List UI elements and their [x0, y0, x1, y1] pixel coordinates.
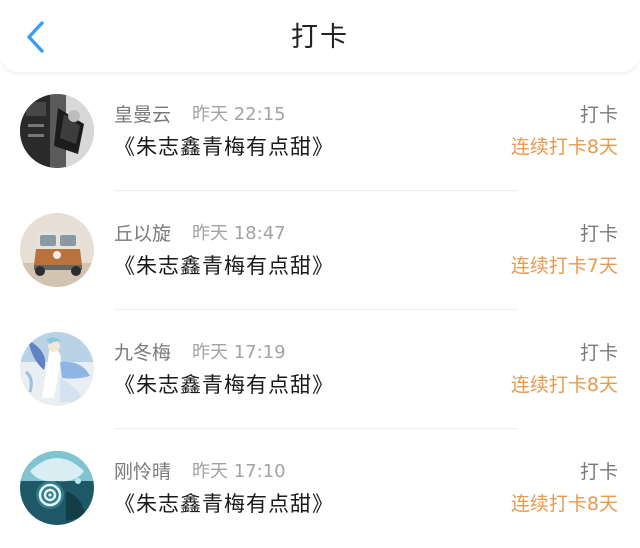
list-item[interactable]: 九冬梅 昨天 17:19 《朱志鑫青梅有点甜》 打卡 连续打卡8天 [0, 310, 640, 429]
avatar[interactable] [20, 332, 94, 406]
streak-text: 连续打卡8天 [510, 493, 618, 515]
avatar[interactable] [20, 94, 94, 168]
user-name[interactable]: 刚怜晴 [114, 460, 171, 484]
checkin-label: 打卡 [579, 104, 618, 126]
checkin-label: 打卡 [579, 461, 618, 483]
checkin-time: 昨天 22:15 [192, 104, 286, 125]
page-title: 打卡 [291, 22, 349, 53]
checkin-label: 打卡 [579, 342, 618, 364]
checkin-label: 打卡 [579, 223, 618, 245]
avatar[interactable] [20, 451, 94, 525]
header-bar: 打卡 [0, 0, 640, 72]
list-item[interactable]: 丘以旋 昨天 18:47 《朱志鑫青梅有点甜》 打卡 连续打卡7天 [0, 191, 640, 310]
avatar[interactable] [20, 213, 94, 287]
book-title[interactable]: 《朱志鑫青梅有点甜》 [114, 133, 334, 161]
streak-text: 连续打卡8天 [510, 136, 618, 158]
book-title[interactable]: 《朱志鑫青梅有点甜》 [114, 252, 334, 280]
streak-text: 连续打卡7天 [510, 255, 618, 277]
user-name[interactable]: 丘以旋 [114, 222, 171, 246]
list-item[interactable]: 刚怜晴 昨天 17:10 《朱志鑫青梅有点甜》 打卡 连续打卡8天 [0, 429, 640, 548]
checkin-list: 皇曼云 昨天 22:15 《朱志鑫青梅有点甜》 打卡 连续打卡8天 丘以旋 昨天… [0, 72, 640, 548]
checkin-time: 昨天 17:10 [192, 461, 286, 482]
book-title[interactable]: 《朱志鑫青梅有点甜》 [114, 490, 334, 518]
book-title[interactable]: 《朱志鑫青梅有点甜》 [114, 371, 334, 399]
checkin-time: 昨天 18:47 [192, 223, 286, 244]
list-item[interactable]: 皇曼云 昨天 22:15 《朱志鑫青梅有点甜》 打卡 连续打卡8天 [0, 72, 640, 191]
user-name[interactable]: 九冬梅 [114, 341, 171, 365]
checkin-time: 昨天 17:19 [192, 342, 286, 363]
user-name[interactable]: 皇曼云 [114, 103, 171, 127]
streak-text: 连续打卡8天 [510, 374, 618, 396]
